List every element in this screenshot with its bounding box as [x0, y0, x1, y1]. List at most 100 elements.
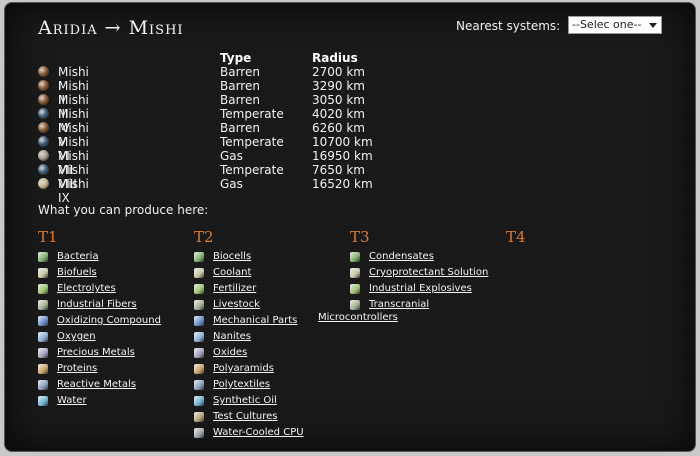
product-item[interactable]: Proteins — [38, 361, 198, 377]
product-icon — [38, 396, 48, 406]
product-item[interactable]: Fertilizer — [194, 281, 354, 297]
product-item[interactable]: Polyaramids — [194, 361, 354, 377]
product-item[interactable]: Industrial Explosives — [350, 281, 510, 297]
planet-globe-icon — [38, 136, 49, 147]
product-icon — [38, 316, 48, 326]
product-item[interactable]: Cryoprotectant Solution — [350, 265, 510, 281]
product-item[interactable]: Oxygen — [38, 329, 198, 345]
type-header: Type — [220, 51, 252, 65]
product-item[interactable]: Nanites — [194, 329, 354, 345]
product-item[interactable]: Test Cultures — [194, 409, 354, 425]
product-link[interactable]: Fertilizer — [213, 281, 256, 297]
product-link[interactable]: Proteins — [57, 361, 97, 377]
product-item[interactable]: Industrial Fibers — [38, 297, 198, 313]
product-icon — [350, 300, 360, 310]
product-icon — [194, 252, 204, 262]
product-link[interactable]: Coolant — [213, 265, 251, 281]
product-item[interactable]: Condensates — [350, 249, 510, 265]
product-link[interactable]: Synthetic Oil — [213, 393, 277, 409]
planet-radius: 10700 km — [312, 135, 373, 149]
planet-radius: 3290 km — [312, 79, 365, 93]
t3-product-link-microcontrollers[interactable]: Microcontrollers — [318, 312, 398, 323]
product-item[interactable]: Water-Cooled CPU — [194, 425, 354, 441]
product-icon — [38, 252, 48, 262]
planet-globe-icon — [38, 178, 49, 189]
product-link[interactable]: Oxides — [213, 345, 247, 361]
chevron-down-icon — [649, 23, 657, 28]
planet-radius: 6260 km — [312, 121, 365, 135]
tier-t1-heading: T1 — [38, 228, 58, 246]
planet-radius: 2700 km — [312, 65, 365, 79]
product-link[interactable]: Mechanical Parts — [213, 313, 297, 329]
product-link[interactable]: Industrial Fibers — [57, 297, 137, 313]
product-link[interactable]: Cryoprotectant Solution — [369, 265, 488, 281]
produce-label: What you can produce here: — [38, 203, 209, 217]
product-link[interactable]: Condensates — [369, 249, 434, 265]
page-title: Aridia → Mishi — [38, 17, 184, 39]
product-icon — [38, 284, 48, 294]
planet-type: Temperate — [220, 135, 284, 149]
product-item[interactable]: Oxides — [194, 345, 354, 361]
product-item[interactable]: Precious Metals — [38, 345, 198, 361]
product-link[interactable]: Biocells — [213, 249, 251, 265]
planet-radius: 16950 km — [312, 149, 373, 163]
product-item[interactable]: Oxidizing Compound — [38, 313, 198, 329]
planet-type: Barren — [220, 79, 260, 93]
product-item[interactable]: Polytextiles — [194, 377, 354, 393]
product-item[interactable]: Water — [38, 393, 198, 409]
planet-globe-icon — [38, 122, 49, 133]
planet-globe-icon — [38, 150, 49, 161]
product-item[interactable]: Bacteria — [38, 249, 198, 265]
product-icon — [194, 316, 204, 326]
product-link[interactable]: Oxidizing Compound — [57, 313, 161, 329]
t3-product-list: Condensates Cryoprotectant Solution Indust… — [350, 249, 510, 313]
product-item[interactable]: Biofuels — [38, 265, 198, 281]
product-link[interactable]: Reactive Metals — [57, 377, 136, 393]
product-item[interactable]: Synthetic Oil — [194, 393, 354, 409]
product-link[interactable]: Water-Cooled CPU — [213, 425, 304, 441]
product-icon — [38, 268, 48, 278]
product-icon — [194, 412, 204, 422]
planet-type: Gas — [220, 177, 243, 191]
planet-radius: 3050 km — [312, 93, 365, 107]
product-link[interactable]: Industrial Explosives — [369, 281, 472, 297]
planet-type: Barren — [220, 121, 260, 135]
product-icon — [350, 252, 360, 262]
planet-globe-icon — [38, 108, 49, 119]
product-link[interactable]: Polytextiles — [213, 377, 270, 393]
product-icon — [194, 380, 204, 390]
product-link[interactable]: Transcranial — [369, 297, 429, 313]
planet-globe-icon — [38, 94, 49, 105]
product-icon — [194, 268, 204, 278]
product-icon — [194, 364, 204, 374]
product-link[interactable]: Biofuels — [57, 265, 97, 281]
planet-type: Gas — [220, 149, 243, 163]
product-icon — [350, 268, 360, 278]
product-item[interactable]: Transcranial — [350, 297, 510, 313]
nearest-systems-label: Nearest systems: — [456, 19, 561, 33]
product-item[interactable]: Livestock — [194, 297, 354, 313]
product-link[interactable]: Nanites — [213, 329, 251, 345]
product-icon — [194, 396, 204, 406]
planet-type: Temperate — [220, 163, 284, 177]
product-link[interactable]: Oxygen — [57, 329, 96, 345]
product-item[interactable]: Reactive Metals — [38, 377, 198, 393]
product-link[interactable]: Bacteria — [57, 249, 99, 265]
product-link[interactable]: Precious Metals — [57, 345, 135, 361]
product-icon — [194, 428, 204, 438]
product-link[interactable]: Polyaramids — [213, 361, 274, 377]
nearest-systems-select[interactable]: --Selec one-- — [568, 16, 662, 34]
product-item[interactable]: Biocells — [194, 249, 354, 265]
tier-t2-heading: T2 — [194, 228, 214, 246]
product-icon — [194, 332, 204, 342]
product-link[interactable]: Water — [57, 393, 87, 409]
product-icon — [350, 284, 360, 294]
radius-header: Radius — [312, 51, 358, 65]
product-item[interactable]: Coolant — [194, 265, 354, 281]
planet-type: Temperate — [220, 107, 284, 121]
product-icon — [38, 348, 48, 358]
product-link[interactable]: Electrolytes — [57, 281, 116, 297]
product-item[interactable]: Electrolytes — [38, 281, 198, 297]
product-link[interactable]: Test Cultures — [213, 409, 277, 425]
product-link[interactable]: Livestock — [213, 297, 260, 313]
